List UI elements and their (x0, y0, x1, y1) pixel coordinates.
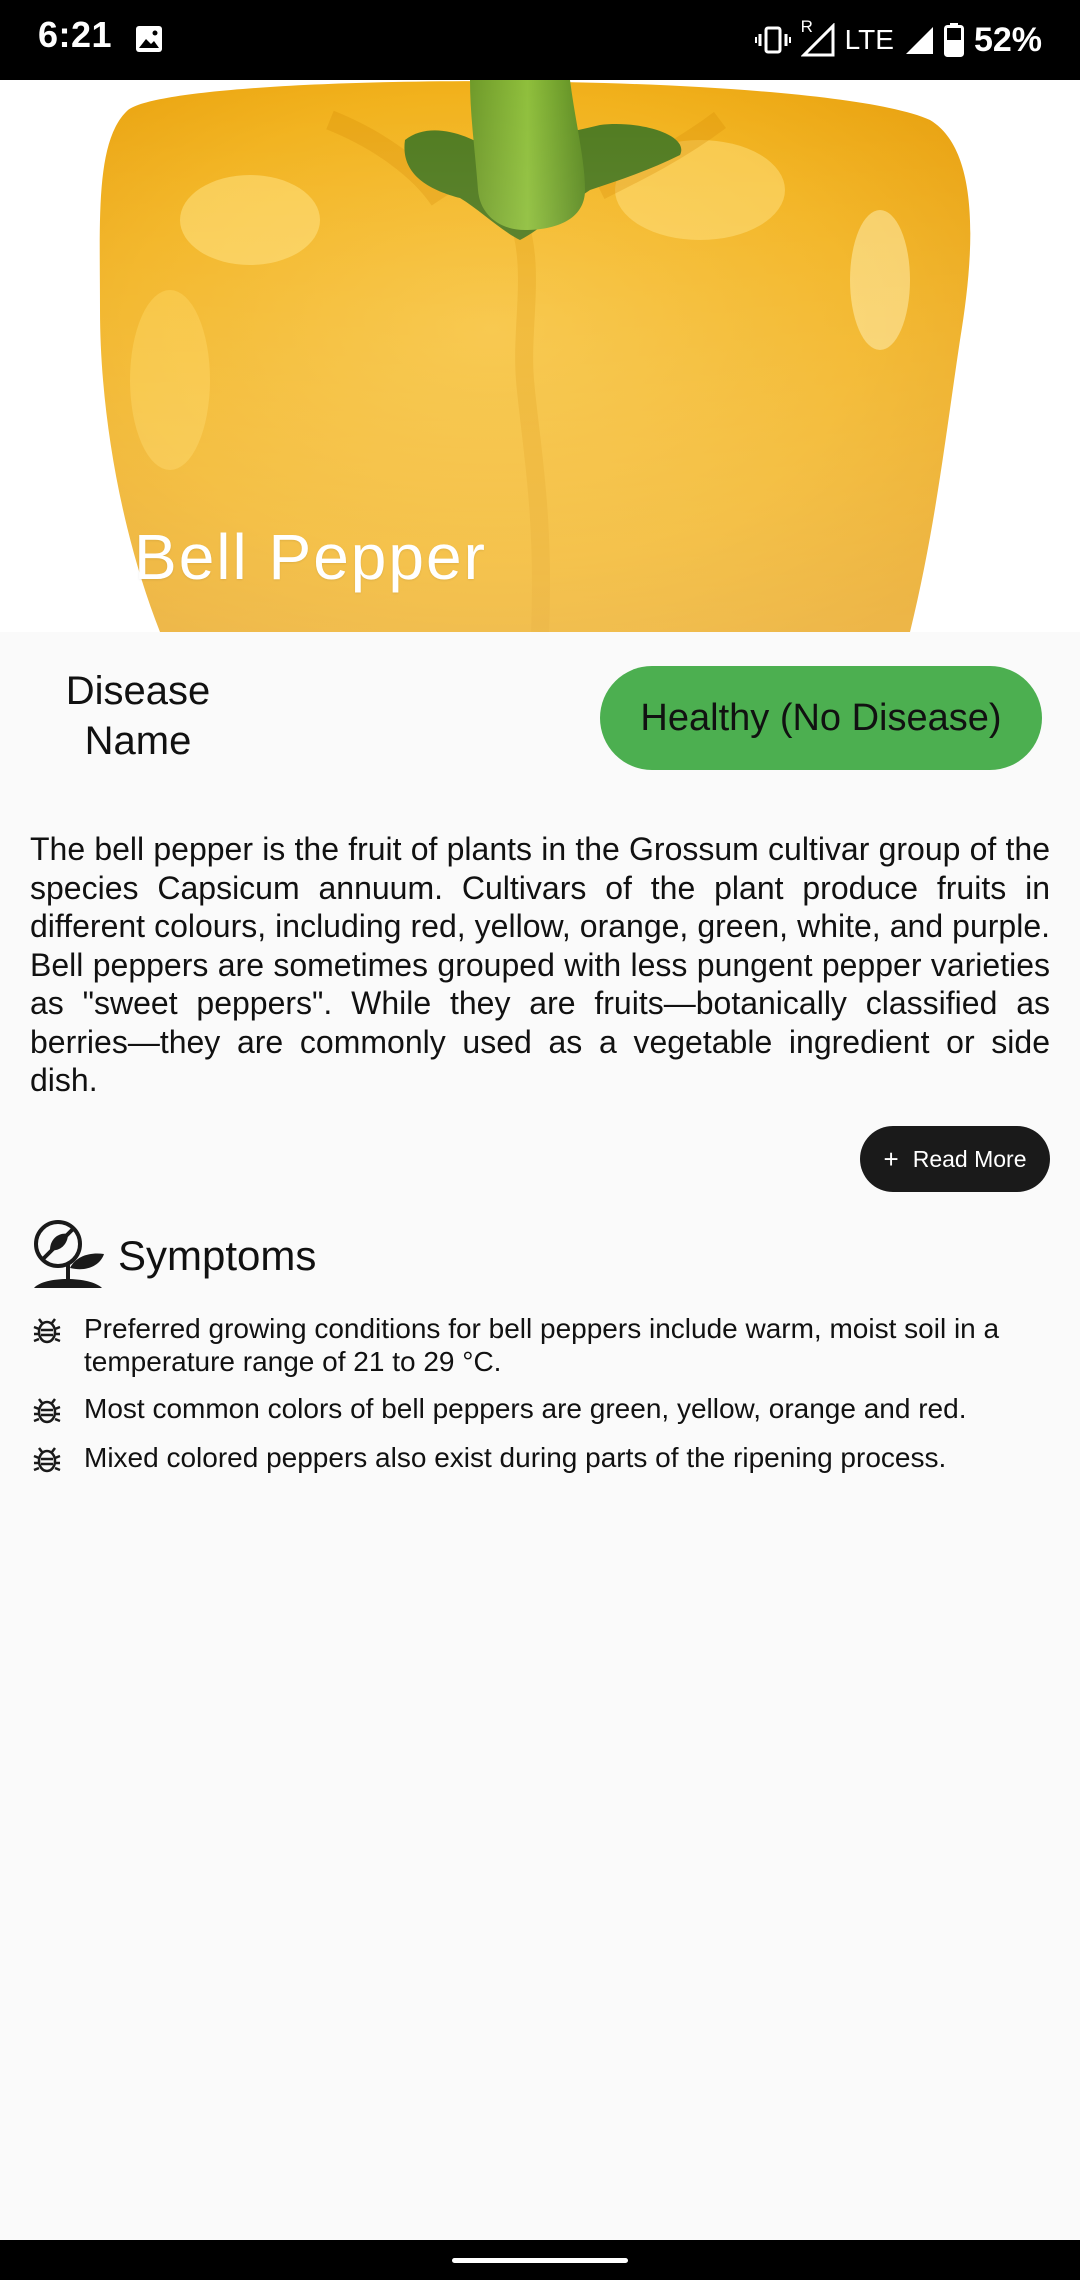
battery-percent: 52% (973, 20, 1042, 59)
status-bar: 6:21 R LTE 52% (0, 0, 1080, 80)
navigation-bar (0, 2240, 1080, 2280)
vibrate-icon (754, 26, 791, 54)
status-time: 6:21 (38, 14, 113, 55)
symptom-item: Mixed colored peppers also exist during … (30, 1441, 1050, 1476)
signal-icon (905, 27, 933, 54)
hero-image: Bell Pepper (0, 80, 1080, 632)
plant-title: Bell Pepper (134, 521, 487, 593)
battery-icon (943, 23, 964, 57)
symptom-text: Most common colors of bell peppers are g… (84, 1393, 967, 1424)
plus-icon: + (883, 1144, 899, 1174)
network-type: LTE (844, 24, 894, 55)
read-more-label: Read More (912, 1145, 1027, 1172)
symptoms-header: Symptoms (30, 1218, 316, 1294)
gallery-notification-icon (136, 26, 162, 52)
home-gesture-handle[interactable] (452, 2258, 628, 2263)
bug-icon (33, 1447, 61, 1473)
disease-label-line2: Name (84, 719, 192, 763)
symptoms-title: Symptoms (118, 1232, 317, 1279)
symptom-item: Most common colors of bell peppers are g… (30, 1392, 1050, 1427)
status-icons: R LTE 52% (754, 14, 1042, 66)
plant-disease-icon (34, 1220, 104, 1288)
disease-status-badge: Healthy (No Disease) (600, 666, 1042, 770)
roaming-signal-icon: R (800, 17, 835, 57)
plant-description: The bell pepper is the fruit of plants i… (30, 831, 1050, 1098)
disease-name-label: Disease Name (38, 666, 238, 766)
bug-icon (33, 1398, 61, 1424)
symptom-item: Preferred growing conditions for bell pe… (30, 1312, 1050, 1378)
disease-label-line1: Disease (65, 669, 211, 713)
symptom-list: Preferred growing conditions for bell pe… (30, 1312, 1050, 1490)
bug-icon (33, 1318, 61, 1344)
symptom-text: Preferred growing conditions for bell pe… (84, 1313, 1000, 1377)
symptom-text: Mixed colored peppers also exist during … (84, 1442, 947, 1473)
read-more-button[interactable]: + Read More (860, 1126, 1050, 1192)
